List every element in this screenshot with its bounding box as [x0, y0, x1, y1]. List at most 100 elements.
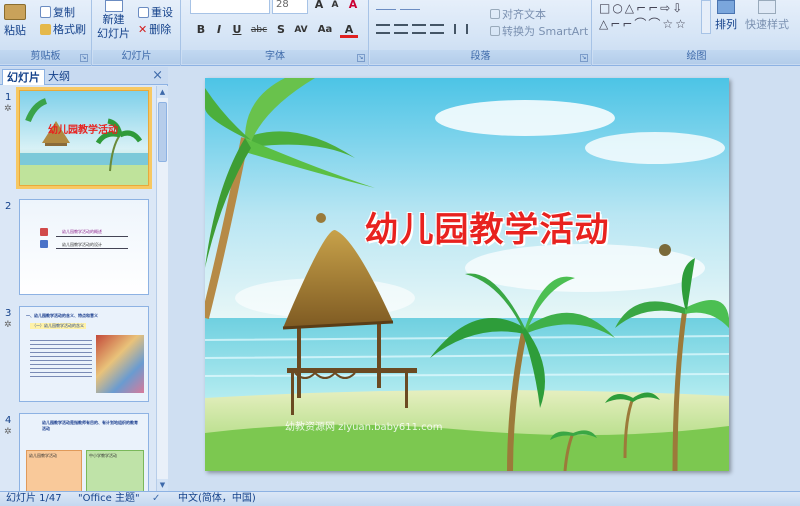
format-painter-button[interactable]: 格式刷	[40, 21, 86, 37]
thumb3-subheading: （一）幼儿园教学活动的含义	[30, 323, 86, 329]
delete-icon: ✕	[138, 22, 148, 36]
shapes-scroll[interactable]	[701, 0, 711, 34]
thumbnail-list: 1 ✲ 幼儿园教学活动 2 幼儿园教学活动的概述 幼儿园教学活动的设计 3 ✲ …	[0, 86, 156, 491]
clipboard-dialog-launcher[interactable]: ↘	[80, 54, 88, 62]
slide-watermark: 幼教资源网 ziyuan.baby611.com	[285, 422, 443, 433]
quick-styles-button[interactable]: 快速样式	[745, 0, 789, 32]
font-group: 28 A A A B I U abc S AV Aa A 字体 ↘	[182, 0, 369, 66]
paragraph-group: 对齐文本 转换为 SmartArt 段落 ↘	[370, 0, 592, 66]
drawing-label: 绘图	[593, 50, 800, 64]
ribbon: 粘贴 复制 格式刷 剪贴板 ↘ 新建 幻灯片 重设 ✕ 删除 幻灯片 28 A …	[0, 0, 800, 66]
slide-thumbnail-2[interactable]: 幼儿园教学活动的概述 幼儿园教学活动的设计	[19, 199, 149, 295]
italic-button[interactable]: I	[210, 22, 228, 38]
align-text-button[interactable]: 对齐文本	[490, 6, 546, 22]
slide-editor: 幼儿园教学活动 幼教资源网 ziyuan.baby611.com	[169, 67, 800, 491]
font-family-combo[interactable]	[190, 0, 270, 14]
font-size-combo[interactable]: 28	[272, 0, 308, 14]
clipboard-group: 粘贴 复制 格式刷 剪贴板 ↘	[0, 0, 92, 66]
thumb2-rule-2	[56, 248, 128, 249]
shadow-button[interactable]: S	[272, 22, 290, 38]
align-center-button[interactable]	[394, 24, 408, 34]
scrollbar-thumb[interactable]	[158, 102, 167, 162]
slide-counter: 幻灯片 1/47	[6, 493, 62, 504]
thumb4-box-2-label: 中小学教学活动	[89, 453, 117, 458]
thumb2-line-1: 幼儿园教学活动的概述	[62, 229, 102, 234]
thumb2-rule-1	[56, 236, 128, 237]
bullets-button[interactable]	[376, 0, 396, 10]
reset-icon	[138, 6, 149, 18]
slide-thumbnail-4[interactable]: 幼儿园教学活动是指教师有目的、有计划地组织的教育活动 幼儿园教学活动 中小学教学…	[19, 413, 149, 491]
animation-star-icon: ✲	[4, 427, 12, 437]
new-slide-button[interactable]: 新建 幻灯片	[97, 0, 130, 40]
align-left-button[interactable]	[376, 24, 390, 34]
thumb4-box-1-label: 幼儿园教学活动	[29, 453, 57, 458]
justify-button[interactable]	[430, 24, 444, 34]
clipboard-label: 剪贴板	[0, 50, 91, 64]
reset-button[interactable]: 重设	[138, 4, 173, 20]
tab-outline[interactable]: 大纲	[44, 69, 74, 85]
status-bar: 幻灯片 1/47 "Office 主题" ✓ 中文(简体，中国)	[0, 491, 800, 506]
convert-smartart-button[interactable]: 转换为 SmartArt	[490, 23, 588, 39]
align-text-icon	[490, 9, 500, 19]
thumb4-box-1: 幼儿园教学活动	[26, 450, 82, 491]
columns-button[interactable]	[454, 24, 468, 34]
current-slide[interactable]: 幼儿园教学活动 幼教资源网 ziyuan.baby611.com	[205, 78, 729, 471]
scroll-up-icon[interactable]: ▲	[157, 86, 168, 98]
thumb3-text-block	[30, 337, 92, 379]
spell-check-icon[interactable]: ✓	[152, 492, 160, 506]
underline-button[interactable]: U	[228, 22, 246, 38]
change-case-button[interactable]: Aa	[314, 22, 336, 38]
font-color-button[interactable]: A	[340, 22, 358, 38]
paragraph-dialog-launcher[interactable]: ↘	[580, 54, 588, 62]
shrink-font-button[interactable]: A	[326, 0, 344, 13]
align-right-button[interactable]	[412, 24, 426, 34]
thumb-number: 3	[5, 308, 12, 319]
scroll-down-icon[interactable]: ▼	[157, 479, 168, 491]
font-label: 字体	[182, 50, 368, 64]
thumb2-bullet-1	[40, 228, 48, 236]
thumb-number: 1	[5, 92, 12, 103]
thumb4-heading: 幼儿园教学活动是指教师有目的、有计划地组织的教育活动	[42, 420, 138, 431]
thumb2-bullet-2	[40, 240, 48, 248]
slides-panel: 幻灯片 大纲 × 1 ✲ 幼儿园教学活动 2 幼儿园教学活动的概述 幼儿园教学活…	[0, 67, 168, 491]
thumb1-title: 幼儿园教学活动	[48, 125, 118, 136]
panel-tabs: 幻灯片 大纲 ×	[0, 67, 168, 85]
slide-background-art	[205, 78, 729, 471]
shapes-gallery[interactable]: □○△⌐⌐⇨⇩ △⌐⌐⌒⌒☆☆	[599, 0, 699, 34]
slides-label: 幻灯片	[93, 50, 180, 64]
font-dialog-launcher[interactable]: ↘	[357, 54, 365, 62]
slide-thumbnail-3[interactable]: 一、幼儿园教学活动的含义、特点和意义 （一）幼儿园教学活动的含义	[19, 306, 149, 402]
panel-scrollbar[interactable]: ▲ ▼	[156, 86, 168, 491]
arrange-button[interactable]: 排列	[715, 0, 737, 32]
new-slide-icon	[104, 0, 123, 12]
thumb4-box-2: 中小学教学活动	[86, 450, 144, 491]
slides-group: 新建 幻灯片 重设 ✕ 删除 幻灯片	[93, 0, 181, 66]
thumb3-photo	[96, 335, 144, 393]
animation-star-icon: ✲	[4, 320, 12, 330]
language-status[interactable]: 中文(简体，中国)	[178, 492, 256, 506]
clear-format-button[interactable]: A	[344, 0, 362, 13]
numbering-button[interactable]	[400, 0, 420, 10]
paste-icon	[4, 4, 26, 20]
close-panel-icon[interactable]: ×	[152, 68, 163, 83]
copy-button[interactable]: 复制	[40, 4, 75, 20]
copy-icon	[40, 6, 51, 18]
thumb-number: 4	[5, 415, 12, 426]
thumb3-heading: 一、幼儿园教学活动的含义、特点和意义	[26, 313, 98, 318]
quick-styles-icon	[758, 0, 776, 14]
format-painter-icon	[40, 23, 51, 35]
character-spacing-button[interactable]: AV	[290, 22, 312, 38]
slide-thumbnail-1[interactable]: 幼儿园教学活动	[16, 87, 152, 189]
thumb-number: 2	[5, 201, 12, 212]
bold-button[interactable]: B	[192, 22, 210, 38]
slide-title[interactable]: 幼儿园教学活动	[225, 202, 729, 251]
strikethrough-button[interactable]: abc	[248, 22, 270, 38]
tab-slides[interactable]: 幻灯片	[2, 69, 45, 85]
paste-button[interactable]: 粘贴	[4, 4, 26, 38]
arrange-icon	[717, 0, 735, 14]
animation-star-icon: ✲	[4, 104, 12, 114]
theme-name: "Office 主题"	[78, 493, 140, 504]
thumb1-art	[20, 91, 148, 185]
delete-slide-button[interactable]: ✕ 删除	[138, 21, 171, 37]
paragraph-label: 段落	[370, 50, 591, 64]
